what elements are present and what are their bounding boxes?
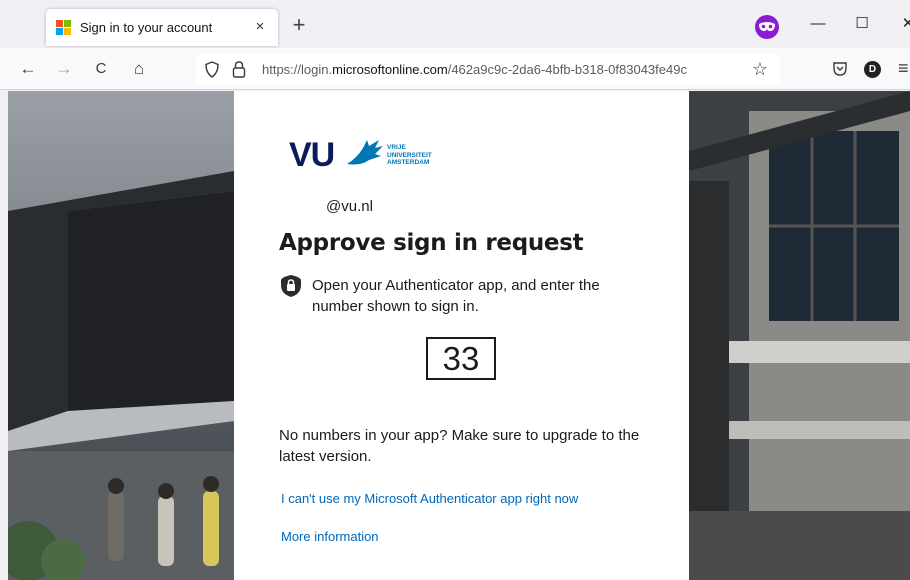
tab-title: Sign in to your account: [80, 20, 213, 35]
maximize-button[interactable]: ☐: [852, 14, 872, 34]
browser-tab[interactable]: Sign in to your account ×: [46, 9, 278, 46]
forward-button[interactable]: →: [53, 58, 75, 80]
home-button[interactable]: ⌂: [128, 58, 150, 80]
bookmark-star-icon[interactable]: ☆: [752, 59, 768, 80]
reload-button[interactable]: C: [90, 58, 112, 80]
minimize-button[interactable]: —: [808, 14, 828, 34]
account-email: @vu.nl: [326, 198, 373, 215]
microsoft-logo-icon: [56, 20, 72, 36]
logo-text: VRIJE UNIVERSITEIT AMSTERDAM: [387, 144, 432, 166]
signin-card: VU VRIJE UNIVERSITEIT AMSTERDAM @vu.nl A…: [234, 91, 689, 580]
verification-number: 33: [426, 337, 496, 380]
pocket-icon[interactable]: [832, 61, 848, 82]
instruction-text: Open your Authenticator app, and enter t…: [312, 277, 600, 315]
tab-close-icon[interactable]: ×: [250, 17, 270, 37]
upgrade-notice: No numbers in your app? Make sure to upg…: [279, 427, 640, 465]
logo-mark: VU: [289, 136, 335, 174]
new-tab-button[interactable]: +: [288, 14, 310, 37]
window-close-button[interactable]: ✕: [898, 14, 910, 34]
menu-icon[interactable]: ≡: [898, 58, 909, 79]
navigation-toolbar: ← → C ⌂ https://login.microsoftonline.co…: [0, 48, 910, 90]
authenticator-lock-icon: [280, 274, 302, 303]
page-title: Approve sign in request: [279, 230, 584, 256]
background-photo-left: [8, 91, 234, 580]
tracking-protection-shield-icon[interactable]: [204, 61, 220, 83]
page-viewport: VU VRIJE UNIVERSITEIT AMSTERDAM @vu.nl A…: [8, 91, 910, 580]
griffin-icon: [345, 138, 385, 173]
background-photo-right: [689, 91, 910, 580]
more-information-link[interactable]: More information: [281, 529, 379, 544]
url-text[interactable]: https://login.microsoftonline.com/462a9c…: [262, 62, 748, 77]
url-bar[interactable]: https://login.microsoftonline.com/462a9c…: [196, 54, 780, 85]
profile-avatar[interactable]: D: [864, 61, 881, 78]
cant-use-authenticator-link[interactable]: I can't use my Microsoft Authenticator a…: [281, 491, 578, 506]
lock-icon[interactable]: [232, 61, 246, 83]
tab-strip: Sign in to your account × + — ☐ ✕: [0, 0, 910, 48]
private-browsing-mask-icon[interactable]: [755, 15, 779, 39]
back-button[interactable]: ←: [17, 58, 39, 80]
